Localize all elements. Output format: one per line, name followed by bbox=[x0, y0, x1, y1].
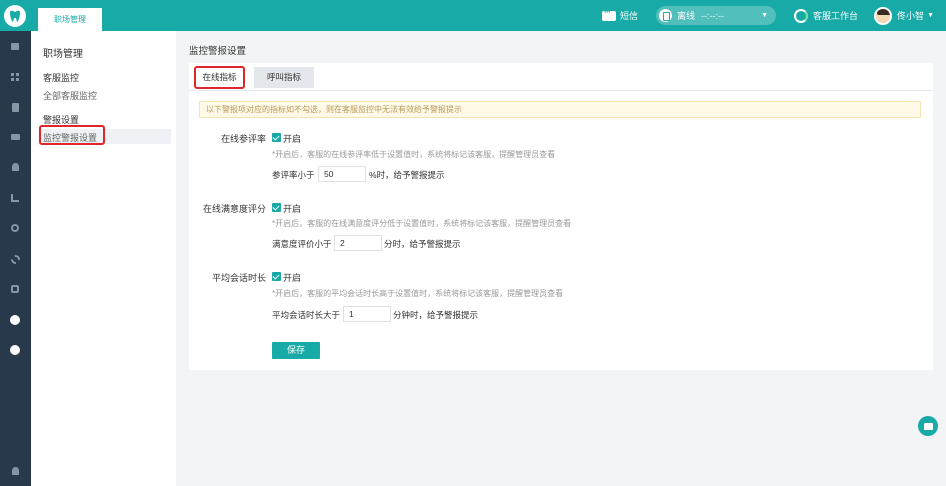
hint-satisfaction: *开启后，客服的在线满意度评分低于设置值时，系统将标记该客服，提醒管理员查看 bbox=[272, 219, 572, 228]
prefix-duration: 平均会话时长大于 bbox=[272, 310, 341, 320]
headset-icon bbox=[794, 8, 809, 23]
enable-label-duration: 开启 bbox=[283, 273, 302, 283]
notice-banner: 以下警报项对应的指标如不勾选，则在客服监控中无法有效给予警报提示 bbox=[199, 101, 921, 118]
status-timer: --:--:-- bbox=[701, 10, 725, 21]
setting-label-satisfaction: 在线满意度评分 bbox=[202, 204, 266, 214]
suffix-rate: %时，给予警报提示 bbox=[369, 170, 445, 180]
phone-icon bbox=[659, 9, 673, 22]
subnav-title: 职场管理 bbox=[43, 49, 83, 60]
user-name: 佟小智 bbox=[897, 11, 925, 21]
sms-icon[interactable] bbox=[602, 7, 617, 21]
threshold-input-rate[interactable]: 50 bbox=[318, 166, 366, 182]
nav-group-monitor: 客服监控 bbox=[43, 73, 80, 83]
top-tab-workplace[interactable]: 职场管理 bbox=[38, 8, 102, 31]
threshold-input-duration[interactable]: 1 bbox=[343, 306, 391, 322]
hint-rate: *开启后，客服的在线参评率低于设置值时，系统将标记该客服，提醒管理员查看 bbox=[272, 150, 556, 159]
help-chat-button[interactable] bbox=[918, 416, 938, 436]
chevron-down-icon: ▼ bbox=[761, 12, 769, 19]
home-icon[interactable] bbox=[9, 40, 21, 52]
status-selector[interactable]: 离线 --:--:-- ▼ bbox=[656, 6, 777, 25]
sub-navigation: 职场管理 客服监控 全部客服监控 警报设置 监控警报设置 bbox=[31, 31, 176, 486]
page-title: 监控警报设置 bbox=[189, 46, 247, 57]
enable-label-satisfaction: 开启 bbox=[283, 204, 302, 214]
apps-icon[interactable] bbox=[9, 71, 21, 83]
search-icon[interactable] bbox=[9, 222, 21, 234]
top-right-tools: 短信 离线 --:--:-- ▼ 客服工作台 佟小智 ▼ bbox=[602, 0, 946, 31]
shield-icon[interactable] bbox=[9, 283, 21, 295]
highlight-box bbox=[194, 66, 245, 89]
gear-icon[interactable] bbox=[9, 253, 21, 265]
document-icon[interactable] bbox=[9, 101, 21, 113]
avatar bbox=[874, 6, 893, 25]
setting-label-rate: 在线参评率 bbox=[220, 134, 266, 144]
prefix-rate: 参评率小于 bbox=[272, 170, 315, 180]
top-bar: 职场管理 短信 离线 --:--:-- ▼ 客服工作台 佟小智 ▼ bbox=[0, 0, 946, 31]
enable-checkbox-rate[interactable] bbox=[272, 133, 281, 142]
threshold-input-satisfaction[interactable]: 2 bbox=[334, 235, 382, 251]
highlight-box bbox=[39, 125, 105, 145]
enable-checkbox-satisfaction[interactable] bbox=[272, 203, 281, 212]
setting-label-duration: 平均会话时长 bbox=[211, 273, 266, 283]
workspace-link[interactable]: 客服工作台 bbox=[794, 8, 859, 23]
suffix-duration: 分钟时，给予警报提示 bbox=[393, 310, 479, 320]
prefix-satisfaction: 满意度评价小于 bbox=[272, 239, 332, 249]
bell-icon[interactable] bbox=[9, 465, 21, 477]
monitor-active-icon[interactable] bbox=[9, 314, 21, 326]
hint-duration: *开启后，客服的平均会话时长高于设置值时，系统将标记该客服，提醒管理员查看 bbox=[272, 289, 564, 298]
tab-divider bbox=[189, 90, 933, 91]
chat-icon[interactable] bbox=[9, 131, 21, 143]
icon-rail bbox=[0, 31, 31, 486]
user-caret-icon: ▼ bbox=[927, 12, 934, 19]
app-logo-icon[interactable] bbox=[4, 5, 26, 27]
nav-item-all-monitor[interactable]: 全部客服监控 bbox=[43, 89, 97, 102]
suffix-satisfaction: 分时，给予警报提示 bbox=[384, 239, 461, 249]
save-button[interactable]: 保存 bbox=[272, 342, 320, 359]
enable-checkbox-duration[interactable] bbox=[272, 272, 281, 281]
contacts-icon[interactable] bbox=[9, 161, 21, 173]
chart-icon[interactable] bbox=[9, 192, 21, 204]
enable-label-rate: 开启 bbox=[283, 134, 302, 144]
chat-bubble-icon bbox=[923, 422, 933, 430]
sms-link[interactable]: 短信 bbox=[620, 9, 638, 22]
user-circle-icon[interactable] bbox=[9, 344, 21, 356]
user-menu[interactable]: 佟小智 ▼ bbox=[874, 6, 934, 25]
status-label: 离线 bbox=[677, 11, 696, 21]
tab-call-metrics[interactable]: 呼叫指标 bbox=[254, 67, 314, 88]
workspace-label: 客服工作台 bbox=[813, 11, 859, 21]
